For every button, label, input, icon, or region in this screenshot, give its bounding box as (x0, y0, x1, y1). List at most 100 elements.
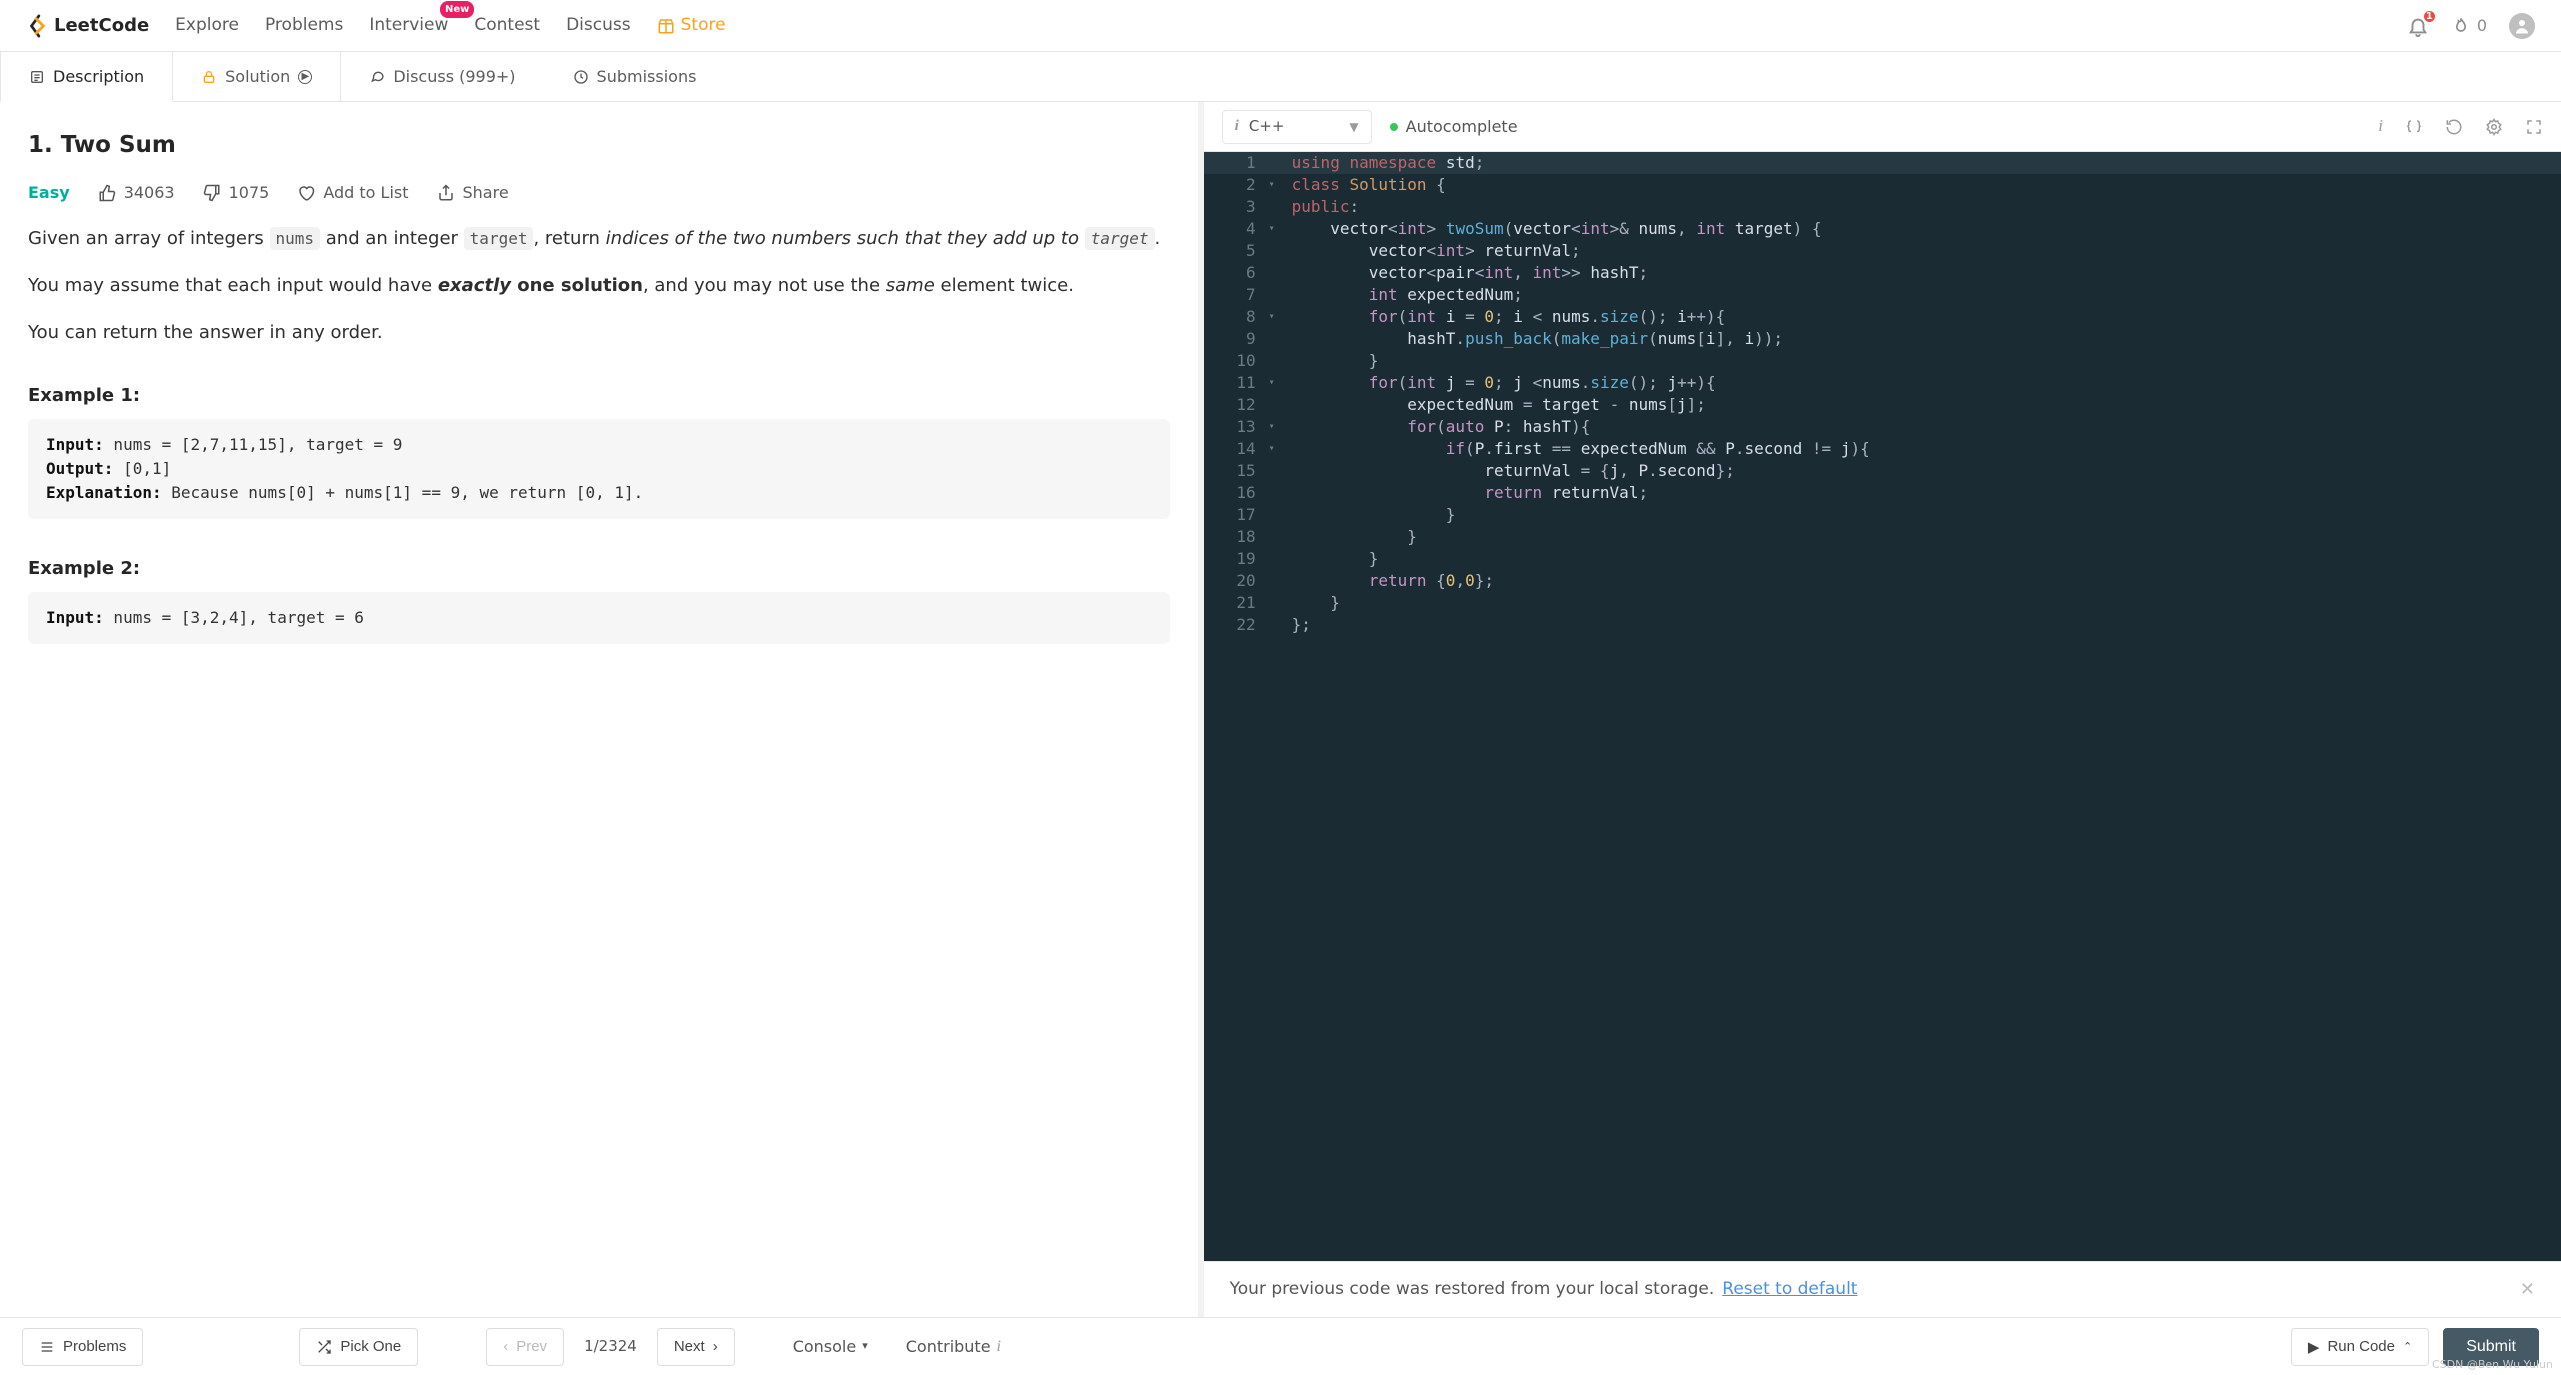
page-indicator: 1/2324 (584, 1335, 637, 1358)
code-line[interactable]: 6 vector<pair<int, int>> hashT; (1204, 262, 2561, 284)
nav-discuss[interactable]: Discuss (566, 13, 631, 39)
user-avatar[interactable] (2509, 13, 2535, 39)
example-2-heading: Example 2: (28, 555, 1170, 582)
language-label: C++ (1249, 115, 1285, 138)
streak-indicator[interactable]: 0 (2451, 14, 2487, 38)
code-editor[interactable]: 1using namespace std;2▾class Solution {3… (1204, 152, 2561, 1261)
info-icon: i (997, 1335, 1001, 1359)
code-line[interactable]: 13▾ for(auto P: hashT){ (1204, 416, 2561, 438)
console-toggle[interactable]: Console ▾ (793, 1335, 868, 1359)
editor-actions: i (2378, 113, 2543, 140)
problem-meta: Easy 34063 1075 Add to List Share (28, 181, 1170, 205)
run-code-label: Run Code (2327, 1338, 2395, 1355)
logo-link[interactable]: LeetCode (26, 12, 149, 39)
new-badge: New (440, 1, 474, 18)
language-select[interactable]: i C++ ▼ (1222, 110, 1372, 144)
next-label: Next (674, 1338, 705, 1355)
code-line[interactable]: 14▾ if(P.first == expectedNum && P.secon… (1204, 438, 2561, 460)
pagination: ‹ Prev 1/2324 Next › (486, 1328, 734, 1366)
user-icon (2513, 17, 2531, 35)
top-header: LeetCode Explore Problems InterviewNew C… (0, 0, 2561, 52)
thumbs-down-icon (203, 184, 221, 202)
code-line[interactable]: 2▾class Solution { (1204, 174, 2561, 196)
tab-description[interactable]: Description (0, 52, 173, 102)
add-to-list-label: Add to List (323, 181, 408, 205)
header-right: 1 0 (2407, 13, 2535, 39)
nav-interview-label: Interview (369, 15, 448, 35)
editor-info-button[interactable]: i (2378, 113, 2383, 140)
reset-button[interactable] (2445, 118, 2463, 136)
notification-count: 1 (2422, 9, 2437, 24)
add-to-list-button[interactable]: Add to List (297, 181, 408, 205)
reset-to-default-link[interactable]: Reset to default (1722, 1277, 1857, 1303)
autocomplete-indicator[interactable]: Autocomplete (1390, 115, 1518, 139)
editor-toolbar: i C++ ▼ Autocomplete i (1204, 102, 2561, 152)
problems-label: Problems (63, 1338, 126, 1355)
tab-description-label: Description (53, 65, 144, 89)
difficulty-badge: Easy (28, 181, 70, 205)
code-line[interactable]: 18 } (1204, 526, 2561, 548)
next-button[interactable]: Next › (657, 1328, 735, 1366)
code-line[interactable]: 20 return {0,0}; (1204, 570, 2561, 592)
play-small-icon: ▶ (2308, 1338, 2320, 1356)
tab-submissions-label: Submissions (597, 65, 697, 89)
tab-discuss[interactable]: Discuss (999+) (341, 52, 544, 101)
reset-icon (2445, 118, 2463, 136)
list-icon (39, 1339, 55, 1355)
example-1-box: Input: nums = [2,7,11,15], target = 9 Ou… (28, 419, 1170, 519)
code-line[interactable]: 22}; (1204, 614, 2561, 636)
description-para-1: Given an array of integers nums and an i… (28, 225, 1170, 252)
code-line[interactable]: 7 int expectedNum; (1204, 284, 2561, 306)
dislike-button[interactable]: 1075 (203, 181, 270, 205)
heart-icon (297, 184, 315, 202)
nav-problems[interactable]: Problems (265, 13, 343, 39)
footer-bar: Problems Pick One ‹ Prev 1/2324 Next › C… (0, 1317, 2561, 1375)
description-icon (29, 69, 45, 85)
fullscreen-button[interactable] (2525, 118, 2543, 136)
contribute-link[interactable]: Contribute i (906, 1335, 1001, 1359)
code-line[interactable]: 11▾ for(int j = 0; j <nums.size(); j++){ (1204, 372, 2561, 394)
nav-explore[interactable]: Explore (175, 13, 239, 39)
tab-submissions[interactable]: Submissions (545, 52, 726, 101)
code-line[interactable]: 9 hashT.push_back(make_pair(nums[i], i))… (1204, 328, 2561, 350)
notification-button[interactable]: 1 (2407, 15, 2429, 37)
description-panel[interactable]: 1. Two Sum Easy 34063 1075 Add to List (0, 102, 1204, 1317)
thumbs-up-icon (98, 184, 116, 202)
streak-count: 0 (2477, 14, 2487, 38)
problem-tabs: Description Solution ▶ Discuss (999+) Su… (0, 52, 2561, 102)
code-line[interactable]: 15 returnVal = {j, P.second}; (1204, 460, 2561, 482)
nav-store[interactable]: Store (657, 13, 726, 39)
close-restore-button[interactable]: ✕ (2520, 1276, 2535, 1303)
code-target: target (464, 227, 534, 250)
fullscreen-icon (2525, 118, 2543, 136)
nav-interview[interactable]: InterviewNew (369, 13, 448, 39)
watermark: CSDN @Ben Wu Yulun (2432, 1357, 2553, 1374)
nav-contest[interactable]: Contest (474, 13, 540, 39)
share-button[interactable]: Share (437, 181, 509, 205)
code-line[interactable]: 17 } (1204, 504, 2561, 526)
braces-button[interactable] (2405, 118, 2423, 136)
code-line[interactable]: 12 expectedNum = target - nums[j]; (1204, 394, 2561, 416)
code-line[interactable]: 5 vector<int> returnVal; (1204, 240, 2561, 262)
tab-solution[interactable]: Solution ▶ (173, 52, 341, 101)
description-para-2: You may assume that each input would hav… (28, 272, 1170, 299)
code-line[interactable]: 19 } (1204, 548, 2561, 570)
prev-button[interactable]: ‹ Prev (486, 1328, 564, 1366)
prev-label: Prev (516, 1338, 547, 1355)
problems-button[interactable]: Problems (22, 1328, 143, 1366)
code-line[interactable]: 21 } (1204, 592, 2561, 614)
code-line[interactable]: 3public: (1204, 196, 2561, 218)
pick-one-button[interactable]: Pick One (299, 1328, 418, 1366)
share-icon (437, 184, 455, 202)
share-label: Share (463, 181, 509, 205)
like-button[interactable]: 34063 (98, 181, 175, 205)
code-line[interactable]: 1using namespace std; (1204, 152, 2561, 174)
code-line[interactable]: 16 return returnVal; (1204, 482, 2561, 504)
code-line[interactable]: 8▾ for(int i = 0; i < nums.size(); i++){ (1204, 306, 2561, 328)
code-line[interactable]: 4▾ vector<int> twoSum(vector<int>& nums,… (1204, 218, 2561, 240)
settings-button[interactable] (2485, 118, 2503, 136)
run-code-button[interactable]: ▶ Run Code ⌃ (2291, 1328, 2429, 1366)
code-line[interactable]: 10 } (1204, 350, 2561, 372)
shuffle-icon (316, 1339, 332, 1355)
status-dot-icon (1390, 123, 1398, 131)
